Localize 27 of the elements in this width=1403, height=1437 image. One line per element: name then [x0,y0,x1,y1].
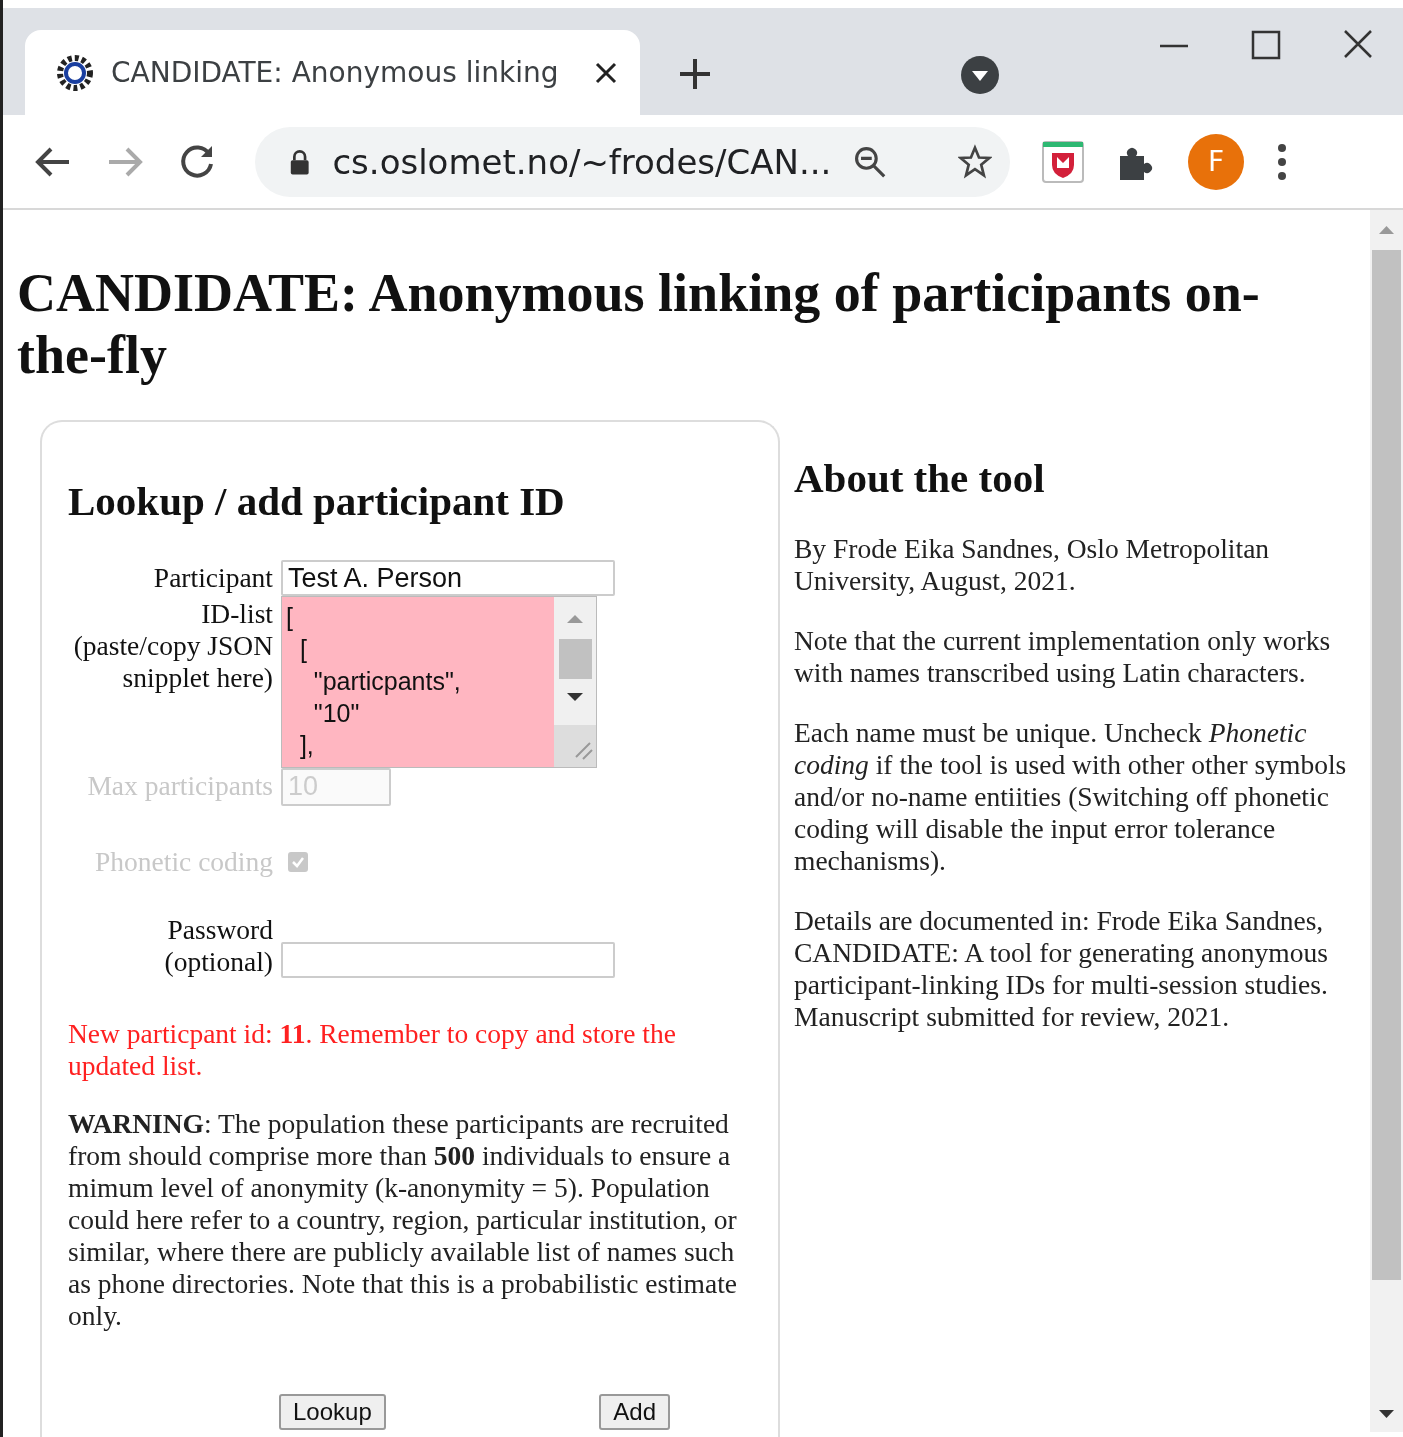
warning-text: WARNING: The population these participants are recruited from should comprise more than 500 individuals to ensure a mimum level of anonymity (k-anonymity = 5). Population could here refer to a country, region, particular institution, or similar, where there are publicly available list of names such as phone directories. Note that this is a probabilistic estimate only. [68,1108,738,1333]
lookup-button[interactable]: Lookup [279,1394,386,1431]
add-button[interactable]: Add [599,1394,670,1431]
about-paragraph: Note that the current implementation only works with names transcribed using Latin characters. [794,625,1332,690]
status-message: New particpant id: 11. Remember to copy and store the updated list. [68,1018,677,1083]
address-bar[interactable]: cs.oslomet.no/~frodes/CAN... [255,126,1010,197]
field-label: Password (optional) [163,914,273,979]
page-title: CANDIDATE: Anonymous linking of participants on-the-fly [17,262,1261,386]
caret-circle-icon[interactable] [961,56,999,94]
password-field[interactable] [281,942,615,979]
menu-icon[interactable] [1276,141,1288,182]
shield-icon[interactable] [1042,140,1084,183]
browser-tab[interactable]: CANDIDATE: Anonymous linking [25,30,640,115]
about-paragraph: Each name must be unique. Uncheck Phonetic coding if the tool is used with other other symbols and/or no-name entiities (Switching off phonetic coding will disable the input error tolerance mechanisms). [794,717,1348,878]
star-icon[interactable] [958,142,992,181]
plus-icon[interactable] [678,57,712,91]
field-label: Participant [152,561,273,595]
about-paragraph: By Frode Eika Sandnes, Oslo Metropolitan University, August, 2021. [794,533,1271,598]
about-paragraph: Details are documented in: Frode Eika Sandnes, CANDIDATE: A tool for generating anonymous participant-linking IDs for multi-session studies. Manuscript submitted for review, 2021. [794,905,1329,1034]
tab-title: CANDIDATE: Anonymous linking [111,56,560,89]
form-heading: Lookup / add participant ID [68,477,566,526]
about-heading: About the tool [794,454,1046,503]
close-icon[interactable] [594,60,618,85]
checkmark-icon [291,855,305,870]
participant-field[interactable]: Test A. Person [281,560,615,597]
url-text: cs.oslomet.no/~frodes/CAN... [332,141,832,182]
field-label: ID-list (paste/copy JSON snipplet here) [72,597,273,695]
